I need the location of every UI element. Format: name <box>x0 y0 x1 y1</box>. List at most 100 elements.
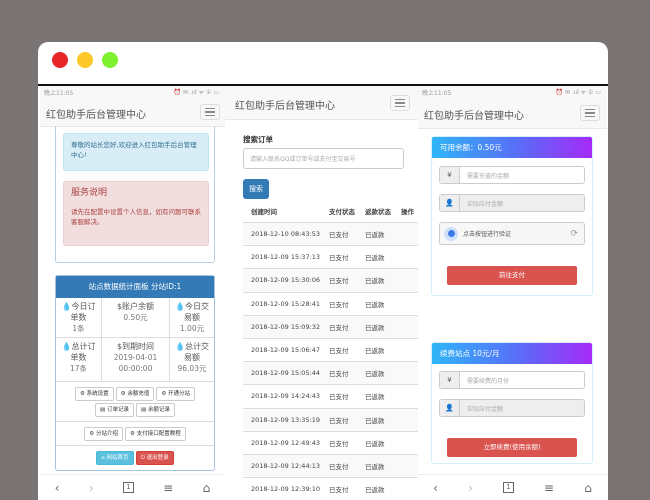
minimize-button[interactable] <box>77 52 93 68</box>
table-row: 2018-12-09 15:30:06 已支付 已返款 <box>243 268 418 292</box>
table-row: 2018-12-09 12:49:43 已支付 已返款 <box>243 430 418 454</box>
cell-created: 2018-12-09 15:09:32 <box>251 322 321 331</box>
table-row: 2018-12-10 08:43:53 已支付 已返款 <box>243 222 418 246</box>
balance-records-button[interactable]: ▤ 余额记录 <box>136 402 175 417</box>
stat-total-amount: 💧总计交易额 96.03元 <box>170 338 214 382</box>
pay-button[interactable]: 前往支付 <box>447 266 577 285</box>
stat-label: 今日订单数 <box>70 302 96 322</box>
substation-intro-button[interactable]: ⚙ 分站介绍 <box>84 426 123 441</box>
stat-label: 到期时间 <box>122 342 155 351</box>
menu-toggle-button[interactable] <box>200 104 220 120</box>
tabs-icon[interactable]: 1 <box>503 482 514 493</box>
search-button[interactable]: 搜索 <box>243 179 269 199</box>
placeholder: 需要续费的月份 <box>467 377 510 385</box>
table-row: 2018-12-09 15:37:13 已支付 已返款 <box>243 245 418 268</box>
service-alert: 服务说明 请先在配置中设置个人信息，如有问题可联系客服解决。 <box>63 181 209 246</box>
cell-pay-status: 已支付 <box>329 370 349 379</box>
status-time: 晚上11:05 <box>422 90 452 97</box>
menu-toggle-button[interactable] <box>580 105 600 121</box>
logout-button[interactable]: ⏻ 退出登录 <box>135 451 174 465</box>
action-buttons: ⚙ 系统设置 ⚙ 余额充值 ⚙ 开通分站 ▤ 订单记录 ▤ 余额记录 <box>56 382 214 422</box>
actual-amount-input: 👤 实际应付金额 <box>439 194 585 212</box>
app-title[interactable]: 红包助手后台管理中心 <box>46 106 146 121</box>
stat-label: 今日交易额 <box>184 302 209 322</box>
cell-created: 2018-12-09 15:06:47 <box>251 346 321 355</box>
home-icon[interactable]: ⌂ <box>584 481 592 495</box>
cell-created: 2018-12-09 15:28:41 <box>251 299 321 308</box>
navbar: 红包助手后台管理中心 <box>418 97 607 129</box>
cell-refund-status: 已返款 <box>365 231 385 240</box>
drop-icon: 💧 <box>61 342 72 351</box>
stats-grid: 💧今日订单数 1条 $账户余额 0.50元 💧今日交易额 1.00元 💧总计订单数 17… <box>56 298 214 382</box>
home-icon[interactable]: ⌂ <box>203 481 211 495</box>
table-row: 2018-12-09 14:24:43 已支付 已返款 <box>243 384 418 407</box>
cell-pay-status: 已支付 <box>329 323 349 332</box>
refresh-icon[interactable]: ⟳ <box>570 229 578 239</box>
screen-recharge: 晚上11:05 ⏰ ✉ .ııl ᯤ ① ▭ 红包助手后台管理中心 可用余额：0.… <box>418 86 607 500</box>
menu-icon[interactable]: ≡ <box>544 481 554 495</box>
app-title[interactable]: 红包助手后台管理中心 <box>424 107 524 122</box>
maximize-button[interactable] <box>102 52 118 68</box>
app-title[interactable]: 红包助手后台管理中心 <box>235 97 335 112</box>
cell-pay-status: 已支付 <box>329 254 349 263</box>
renew-card: 续费站点 10元/月 ¥ 需要续费的月份 👤 实际应付金额 立即续费(使用余额) <box>431 342 593 464</box>
captcha-icon <box>444 226 458 241</box>
placeholder: 需要充值的金额 <box>467 172 510 180</box>
actual-amount-input: 👤 实际应付金额 <box>439 399 585 417</box>
recharge-button[interactable]: ⚙ 余额充值 <box>115 386 155 401</box>
forward-icon[interactable]: › <box>468 481 473 495</box>
back-icon[interactable]: ‹ <box>55 481 60 495</box>
home-page-button[interactable]: ⌂ 网站首页 <box>96 451 134 465</box>
drop-icon: 💧 <box>175 302 185 311</box>
system-settings-button[interactable]: ⚙ 系统设置 <box>74 386 114 401</box>
payment-config-tutorial-button[interactable]: ⚙ 支付接口配置教程 <box>125 426 186 441</box>
cell-refund-status: 已返款 <box>365 462 385 471</box>
bottom-nav: ‹ › 1 ≡ ⌂ <box>40 474 225 500</box>
service-title: 服务说明 <box>71 188 108 198</box>
yen-icon: ¥ <box>440 372 460 388</box>
forward-icon[interactable]: › <box>89 481 94 495</box>
stat-today-orders: 💧今日订单数 1条 <box>56 298 102 338</box>
stat-today-amount: 💧今日交易额 1.00元 <box>170 298 214 338</box>
order-records-button[interactable]: ▤ 订单记录 <box>95 402 134 417</box>
cell-pay-status: 已支付 <box>329 416 349 425</box>
tabs-icon[interactable]: 1 <box>123 482 134 493</box>
navbar: 红包助手后台管理中心 <box>225 86 418 120</box>
months-input[interactable]: ¥ 需要续费的月份 <box>439 371 585 389</box>
stats-panel: 站点数据统计面板 分站ID:1 💧今日订单数 1条 $账户余额 0.50元 💧今日交… <box>55 275 215 471</box>
renew-title: 续费站点 10元/月 <box>432 343 592 364</box>
cell-created: 2018-12-10 08:43:53 <box>251 230 321 239</box>
cell-created: 2018-12-09 12:44:13 <box>251 461 321 470</box>
stat-value: 0.50元 <box>123 313 148 322</box>
stat-value: 1.00元 <box>179 324 205 333</box>
search-label: 搜索订单 <box>243 135 273 144</box>
menu-toggle-button[interactable] <box>390 95 410 111</box>
cell-refund-status: 已返款 <box>365 347 385 356</box>
cell-created: 2018-12-09 15:30:06 <box>251 276 321 285</box>
open-substation-button[interactable]: ⚙ 开通分站 <box>156 386 196 401</box>
home-page-label: 网站首页 <box>106 455 129 461</box>
table-header: 创建时间 支付状态 返款状态 操作 <box>243 200 418 222</box>
status-icons: ⏰ ✉ .ııl ᯤ ① ▭ <box>173 89 219 96</box>
menu-icon[interactable]: ≡ <box>163 481 173 495</box>
search-input[interactable]: 请输入联系QQ或订单号或支付宝交易号 <box>243 148 404 169</box>
table-row: 2018-12-09 15:28:41 已支付 已返款 <box>243 291 418 315</box>
captcha-button[interactable]: 点击按钮进行验证 ⟳ <box>439 222 585 245</box>
captcha-label: 点击按钮进行验证 <box>463 231 512 238</box>
col-pay-status: 支付状态 <box>329 208 355 216</box>
cell-refund-status: 已返款 <box>365 323 385 332</box>
cell-pay-status: 已支付 <box>329 393 349 402</box>
status-bar: 晚上11:05 ⏰ ✉ .ııl ᯤ ① ▭ <box>418 86 607 97</box>
help-buttons: ⚙ 分站介绍 ⚙ 支付接口配置教程 <box>56 422 214 446</box>
stat-total-orders: 💧总计订单数 17条 <box>56 338 102 382</box>
renew-button[interactable]: 立即续费(使用余额) <box>447 438 577 457</box>
bottom-nav: ‹ › 1 ≡ ⌂ <box>418 474 607 500</box>
amount-input[interactable]: ¥ 需要充值的金额 <box>439 166 585 184</box>
close-button[interactable] <box>52 52 68 68</box>
status-time: 晚上11:05 <box>44 90 74 97</box>
back-icon[interactable]: ‹ <box>433 481 438 495</box>
service-text: 请先在配置中设置个人信息，如有问题可联系客服解决。 <box>71 208 201 226</box>
recharge-card: 可用余额：0.50元 ¥ 需要充值的金额 👤 实际应付金额 点击按钮进行验证 ⟳ 前往… <box>431 136 593 296</box>
stat-label: 账户余额 <box>122 302 155 311</box>
cell-pay-status: 已支付 <box>329 300 349 309</box>
